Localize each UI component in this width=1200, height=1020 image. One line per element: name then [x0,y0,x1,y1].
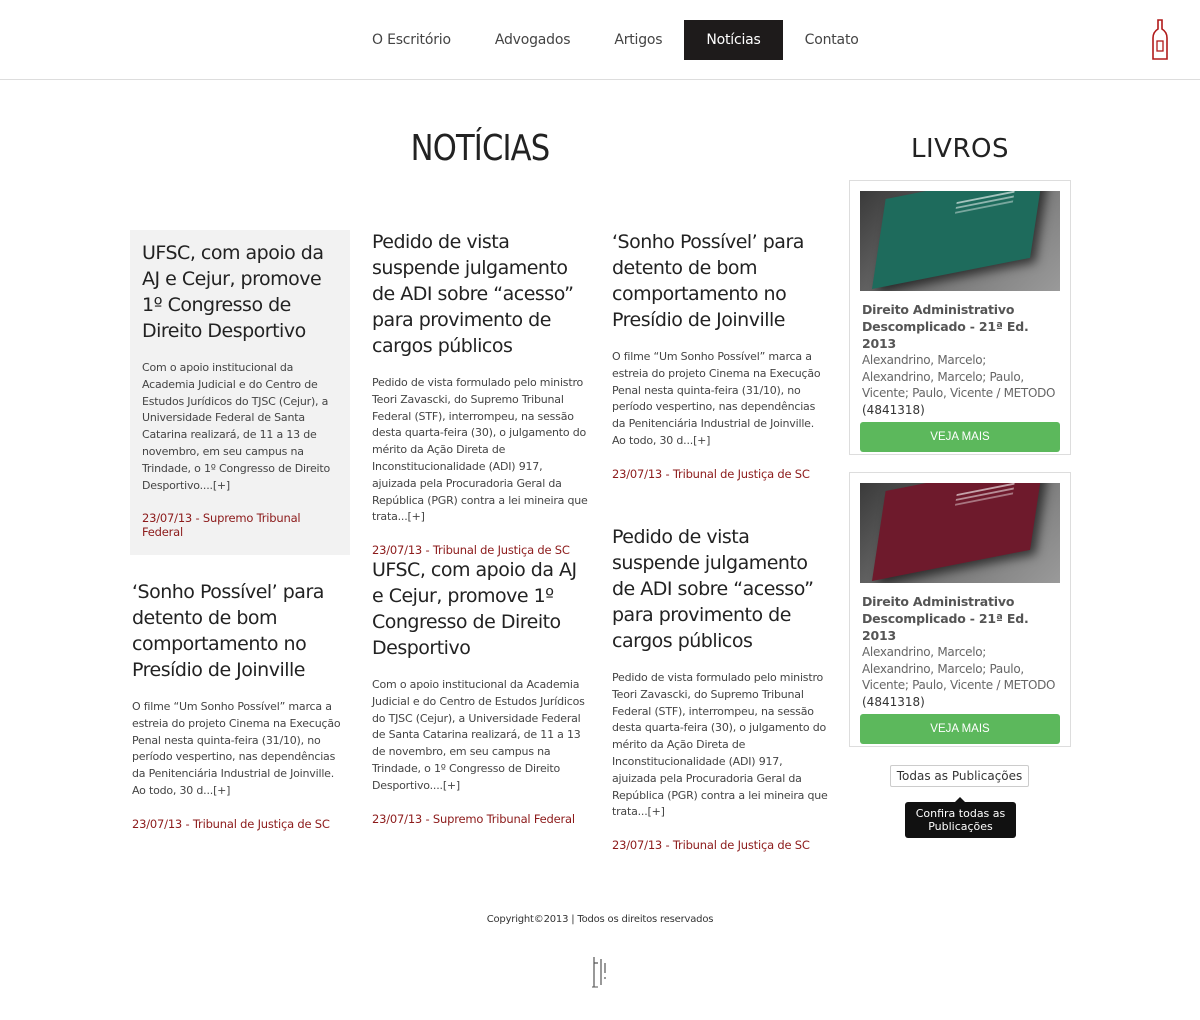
article-meta[interactable]: 23/07/13 - Tribunal de Justiça de SC [372,543,590,557]
book-cover-image[interactable] [860,191,1060,291]
article-title[interactable]: UFSC, com apoio da AJ e Cejur, promove 1… [142,240,338,344]
veja-mais-button[interactable]: VEJA MAIS [860,714,1060,745]
book-code: (4841318) [862,695,925,710]
news-article[interactable]: Pedido de vista suspende julgamento de A… [372,229,590,557]
news-article[interactable]: UFSC, com apoio da AJ e Cejur, promove 1… [130,230,350,556]
read-more-link[interactable]: [+] [443,779,460,792]
book-authors: Alexandrino, Marcelo; Alexandrino, Marce… [862,353,1056,401]
read-more-link[interactable]: [+] [408,510,425,523]
nav-item-advogados[interactable]: Advogados [473,20,592,60]
article-title[interactable]: ‘Sonho Possível’ para detento de bom com… [612,229,830,333]
news-article[interactable]: ‘Sonho Possível’ para detento de bom com… [612,229,830,481]
read-more-link[interactable]: [+] [213,479,230,492]
article-title[interactable]: Pedido de vista suspende julgamento de A… [612,524,830,654]
all-publications-button[interactable]: Todas as Publicações [890,765,1029,787]
article-meta[interactable]: 23/07/13 - Tribunal de Justiça de SC [612,467,830,481]
nav-item-contato[interactable]: Contato [783,20,881,60]
read-more-link[interactable]: [+] [213,784,230,797]
article-excerpt: Com o apoio institucional da Academia Ju… [142,361,331,492]
book-authors: Alexandrino, Marcelo; Alexandrino, Marce… [862,645,1056,693]
article-excerpt: Pedido de vista formulado pelo ministro … [372,376,588,524]
article-meta[interactable]: 23/07/13 - Tribunal de Justiça de SC [612,838,830,852]
article-excerpt: Pedido de vista formulado pelo ministro … [612,671,828,819]
book-cover-image[interactable] [860,483,1060,583]
article-meta[interactable]: 23/07/13 - Supremo Tribunal Federal [372,812,590,826]
news-article[interactable]: ‘Sonho Possível’ para detento de bom com… [132,579,350,831]
book-cover-shape [872,191,1044,289]
footer-logo-icon [592,957,606,988]
book-code: (4841318) [862,403,925,418]
book-title[interactable]: Direito Administrativo Descomplicado - 2… [860,593,1060,644]
article-title[interactable]: ‘Sonho Possível’ para detento de bom com… [132,579,350,683]
footer-copyright: Copyright©2013 | Todos os direitos reser… [486,914,714,925]
article-meta[interactable]: 23/07/13 - Tribunal de Justiça de SC [132,817,350,831]
read-more-link[interactable]: [+] [693,434,710,447]
read-more-link[interactable]: [+] [648,805,665,818]
book-cover-shape [872,483,1044,581]
main-nav: O Escritório Advogados Artigos Notícias … [350,20,881,60]
article-excerpt: Com o apoio institucional da Academia Ju… [372,678,585,792]
article-excerpt: O filme “Um Sonho Possível” marca a estr… [132,700,341,797]
nav-item-noticias[interactable]: Notícias [684,20,783,60]
nav-item-escritorio[interactable]: O Escritório [350,20,473,60]
article-excerpt: O filme “Um Sonho Possível” marca a estr… [612,350,821,447]
veja-mais-button[interactable]: VEJA MAIS [860,422,1060,453]
tooltip: Confira todas as Publicações [905,797,1016,838]
news-article[interactable]: UFSC, com apoio da AJ e Cejur, promove 1… [372,557,590,826]
article-title[interactable]: UFSC, com apoio da AJ e Cejur, promove 1… [372,557,590,661]
book-card: Direito Administrativo Descomplicado - 2… [849,472,1071,747]
book-card: Direito Administrativo Descomplicado - 2… [849,180,1071,455]
news-article[interactable]: Pedido de vista suspende julgamento de A… [612,524,830,852]
bottle-logo-icon[interactable] [1152,19,1168,61]
sidebar-title: LIVROS [911,134,1009,164]
page-title: NOTÍCIAS [410,128,550,169]
nav-item-artigos[interactable]: Artigos [592,20,684,60]
article-title[interactable]: Pedido de vista suspende julgamento de A… [372,229,590,359]
article-meta[interactable]: 23/07/13 - Supremo Tribunal Federal [142,511,338,539]
book-title[interactable]: Direito Administrativo Descomplicado - 2… [860,301,1060,352]
header: O Escritório Advogados Artigos Notícias … [0,0,1200,80]
